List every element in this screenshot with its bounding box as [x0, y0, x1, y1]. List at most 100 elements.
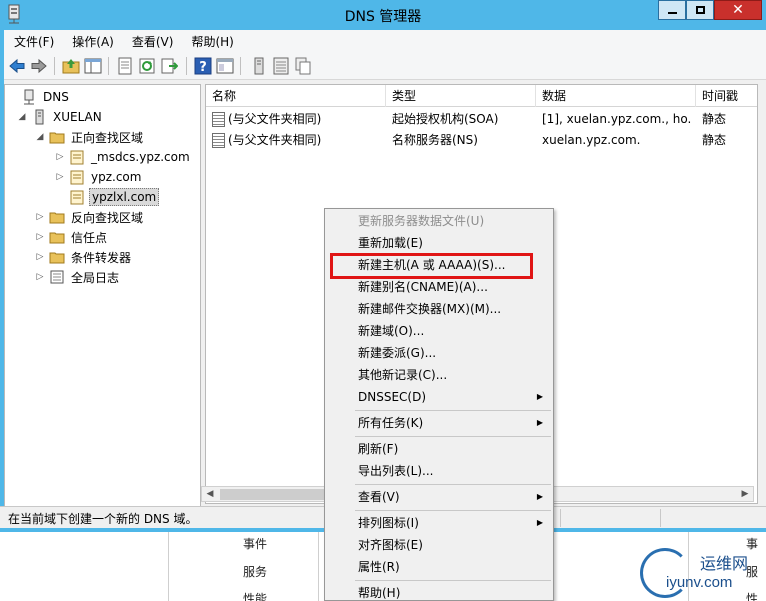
menu-view[interactable]: 查看(V): [122, 33, 182, 50]
menu-separator: [355, 484, 551, 485]
help-icon[interactable]: ?: [194, 57, 212, 75]
svg-text:?: ?: [199, 60, 207, 75]
expand-arrow-icon[interactable]: ▷: [35, 252, 45, 262]
menu-item-help[interactable]: 帮助(H): [325, 582, 553, 601]
list-header: 名称 类型 数据 时间戳: [206, 85, 757, 107]
tree-node-zone-ypzlxl[interactable]: ypzlxl.com: [55, 187, 160, 207]
properties-icon[interactable]: [116, 57, 134, 75]
menu-item-label: 排列图标(I): [358, 516, 419, 530]
menu-item-view[interactable]: 查看(V) ▶: [325, 486, 553, 508]
menu-item-other-records[interactable]: 其他新记录(C)...: [325, 364, 553, 386]
menu-item-new-alias[interactable]: 新建别名(CNAME)(A)...: [325, 276, 553, 298]
highlight-box: [330, 253, 533, 279]
status-divider: [560, 509, 561, 527]
tree-node-reverse-zones[interactable]: ▷ 反向查找区域: [35, 207, 145, 227]
submenu-arrow-icon: ▶: [536, 392, 543, 401]
menu-separator: [355, 510, 551, 511]
watermark-line2: iyunv.com: [666, 574, 733, 591]
menu-action[interactable]: 操作(A): [62, 33, 122, 50]
expand-arrow-icon[interactable]: ▷: [35, 272, 45, 282]
record-icon: [212, 112, 225, 127]
tree-node-conditional-forwarders[interactable]: ▷ 条件转发器: [35, 247, 133, 267]
up-folder-icon[interactable]: [62, 57, 80, 75]
divider: [168, 528, 169, 601]
toolbar-separator: [54, 57, 55, 75]
list-icon[interactable]: [272, 57, 290, 75]
tree-node-forward-zones[interactable]: ◢ 正向查找区域: [35, 127, 145, 147]
expand-arrow-icon[interactable]: ▷: [55, 152, 65, 162]
view-icon[interactable]: [216, 57, 234, 75]
menu-item-arrange-icons[interactable]: 排列图标(I) ▶: [325, 512, 553, 534]
record-timestamp: 静态: [702, 112, 727, 126]
tree-node-zone-msdcs[interactable]: ▷ _msdcs.ypz.com: [55, 147, 192, 167]
menu-item-label: DNSSEC(D): [358, 390, 427, 404]
expand-arrow-icon[interactable]: ▷: [35, 212, 45, 222]
show-tree-icon[interactable]: [84, 57, 102, 75]
menu-item-label: 更新服务器数据文件(U): [358, 214, 485, 228]
column-header-data[interactable]: 数据: [536, 85, 696, 107]
folder-icon: [49, 212, 65, 224]
menu-item-label: 新建委派(G)...: [358, 346, 437, 360]
scroll-left-icon[interactable]: ◀: [202, 487, 218, 501]
record-type: 名称服务器(NS): [392, 133, 478, 147]
title-bar[interactable]: DNS 管理器 ✕: [0, 0, 766, 30]
log-icon: [50, 270, 64, 284]
menu-separator: [355, 410, 551, 411]
menu-item-new-domain[interactable]: 新建域(O)...: [325, 320, 553, 342]
collapse-arrow-icon[interactable]: ◢: [35, 132, 45, 142]
menu-item-line-up-icons[interactable]: 对齐图标(E): [325, 534, 553, 556]
column-header-name[interactable]: 名称: [206, 85, 386, 107]
close-icon: ✕: [732, 2, 744, 18]
tree-label: ypzlxl.com: [89, 188, 160, 206]
menu-item-dnssec[interactable]: DNSSEC(D) ▶: [325, 386, 553, 408]
menu-item-reload[interactable]: 重新加载(E): [325, 232, 553, 254]
menu-item-all-tasks[interactable]: 所有任务(K) ▶: [325, 412, 553, 434]
menu-item-export-list[interactable]: 导出列表(L)...: [325, 460, 553, 482]
tree-node-global-logs[interactable]: ▷ 全局日志: [35, 267, 121, 287]
forward-icon[interactable]: [30, 57, 48, 75]
menu-item-label: 新建别名(CNAME)(A)...: [358, 280, 488, 294]
table-row[interactable]: (与父文件夹相同) 起始授权机构(SOA) [1], xuelan.ypz.co…: [206, 109, 757, 130]
submenu-arrow-icon: ▶: [536, 492, 543, 501]
tree-node-server[interactable]: ◢ XUELAN: [17, 107, 104, 127]
menu-item-label: 对齐图标(E): [358, 538, 423, 552]
scroll-right-icon[interactable]: ▶: [737, 487, 753, 501]
toolbar-separator: [108, 57, 109, 75]
menu-item-new-delegation[interactable]: 新建委派(G)...: [325, 342, 553, 364]
back-icon[interactable]: [8, 57, 26, 75]
menu-separator: [355, 580, 551, 581]
expand-arrow-icon[interactable]: ▷: [55, 172, 65, 182]
maximize-button[interactable]: [686, 0, 714, 20]
menu-item-update-data-files[interactable]: 更新服务器数据文件(U): [325, 210, 553, 232]
menu-item-properties[interactable]: 属性(R): [325, 556, 553, 578]
tree-node-dns[interactable]: DNS: [7, 87, 71, 107]
table-row[interactable]: (与父文件夹相同) 名称服务器(NS) xuelan.ypz.com. 静态: [206, 130, 757, 151]
zone-icon: [70, 190, 84, 205]
copy-icon[interactable]: [294, 57, 312, 75]
menu-item-refresh[interactable]: 刷新(F): [325, 438, 553, 460]
menu-help[interactable]: 帮助(H): [181, 33, 241, 50]
zone-icon: [70, 150, 84, 165]
server-icon: [35, 109, 44, 125]
menu-file[interactable]: 文件(F): [4, 33, 62, 50]
menu-item-label: 查看(V): [358, 490, 400, 504]
column-header-timestamp[interactable]: 时间戳: [696, 85, 757, 107]
tree-label: 反向查找区域: [71, 210, 144, 225]
tree-label: _msdcs.ypz.com: [91, 150, 190, 164]
tree-label: 信任点: [71, 230, 108, 245]
tree-node-zone-ypz[interactable]: ▷ ypz.com: [55, 167, 143, 187]
column-header-type[interactable]: 类型: [386, 85, 536, 107]
zone-icon: [70, 170, 84, 185]
menu-item-new-mail-exchanger[interactable]: 新建邮件交换器(MX)(M)...: [325, 298, 553, 320]
collapse-arrow-icon[interactable]: ◢: [17, 112, 27, 122]
server-icon[interactable]: [250, 57, 268, 75]
submenu-arrow-icon: ▶: [536, 418, 543, 427]
expand-arrow-icon[interactable]: ▷: [35, 232, 45, 242]
minimize-button[interactable]: [658, 0, 686, 20]
refresh-icon[interactable]: [138, 57, 156, 75]
tree-pane: DNS ◢ XUELAN ◢ 正向查找区域 ▷ _msdcs.ypz.com ▷…: [4, 84, 201, 512]
export-icon[interactable]: [160, 57, 178, 75]
tree-node-trust-points[interactable]: ▷ 信任点: [35, 227, 109, 247]
close-button[interactable]: ✕: [714, 0, 762, 20]
record-name: (与父文件夹相同): [228, 112, 322, 126]
